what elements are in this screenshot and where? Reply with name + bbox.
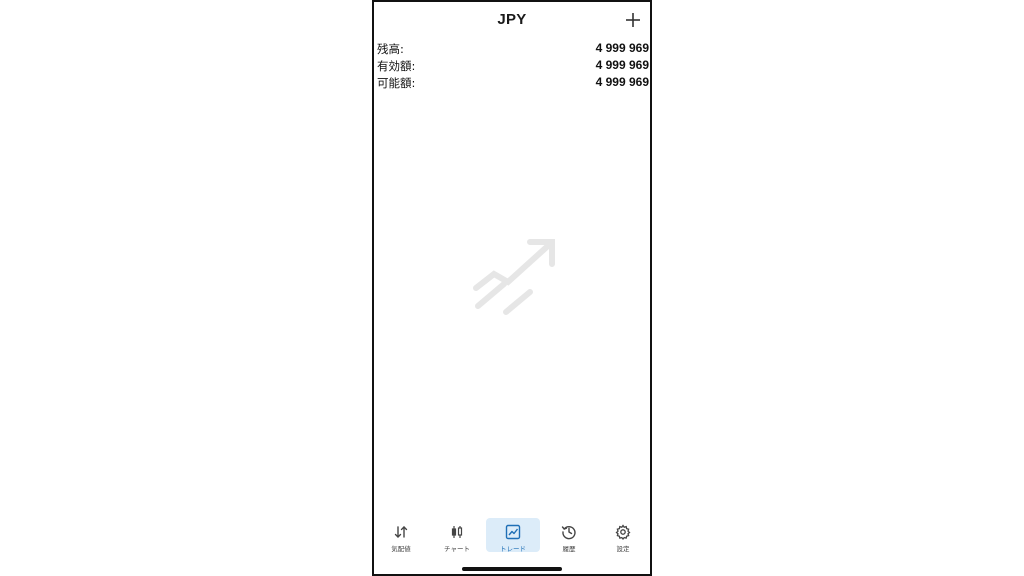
trending-up-illustration bbox=[470, 236, 560, 320]
bottom-tab-bar: 気配値 チャート トレード 履歴 設定 bbox=[374, 518, 650, 558]
phone-screen: JPY 残高: 4 999 969 有効額: 4 999 969 可能額: 4 … bbox=[372, 0, 652, 576]
tab-settings-label: 設定 bbox=[616, 545, 630, 553]
balance-row-equity: 有効額: 4 999 969 bbox=[377, 57, 649, 74]
free-margin-value: 4 999 969 bbox=[595, 75, 649, 89]
tab-settings[interactable]: 設定 bbox=[596, 518, 650, 553]
balance-row-free-margin: 可能額: 4 999 969 bbox=[377, 74, 649, 91]
candlestick-icon bbox=[451, 526, 463, 538]
tab-chart[interactable]: チャート bbox=[430, 518, 484, 553]
page-title: JPY bbox=[497, 11, 527, 28]
arrows-up-down-icon bbox=[394, 526, 408, 538]
tab-trade-label: トレード bbox=[500, 545, 526, 553]
tab-history-label: 履歴 bbox=[562, 545, 576, 553]
equity-label: 有効額: bbox=[377, 59, 416, 73]
home-indicator[interactable] bbox=[462, 567, 562, 571]
equity-value: 4 999 969 bbox=[595, 58, 649, 72]
tab-quotes-label: 気配値 bbox=[391, 545, 411, 553]
line-chart-icon bbox=[505, 524, 521, 540]
tab-quotes[interactable]: 気配値 bbox=[374, 518, 428, 553]
history-clock-icon bbox=[561, 525, 576, 540]
balance-value: 4 999 969 bbox=[595, 41, 649, 55]
balance-row-balance: 残高: 4 999 969 bbox=[377, 40, 649, 57]
tab-chart-label: チャート bbox=[444, 545, 470, 553]
tab-history[interactable]: 履歴 bbox=[542, 518, 596, 553]
plus-icon bbox=[626, 13, 640, 27]
tab-trade[interactable]: トレード bbox=[486, 518, 540, 553]
balance-summary: 残高: 4 999 969 有効額: 4 999 969 可能額: 4 999 … bbox=[377, 40, 649, 91]
add-button[interactable] bbox=[624, 11, 642, 29]
free-margin-label: 可能額: bbox=[377, 76, 416, 90]
gear-icon bbox=[615, 524, 631, 540]
top-bar: JPY bbox=[374, 2, 650, 38]
balance-label: 残高: bbox=[377, 42, 404, 56]
